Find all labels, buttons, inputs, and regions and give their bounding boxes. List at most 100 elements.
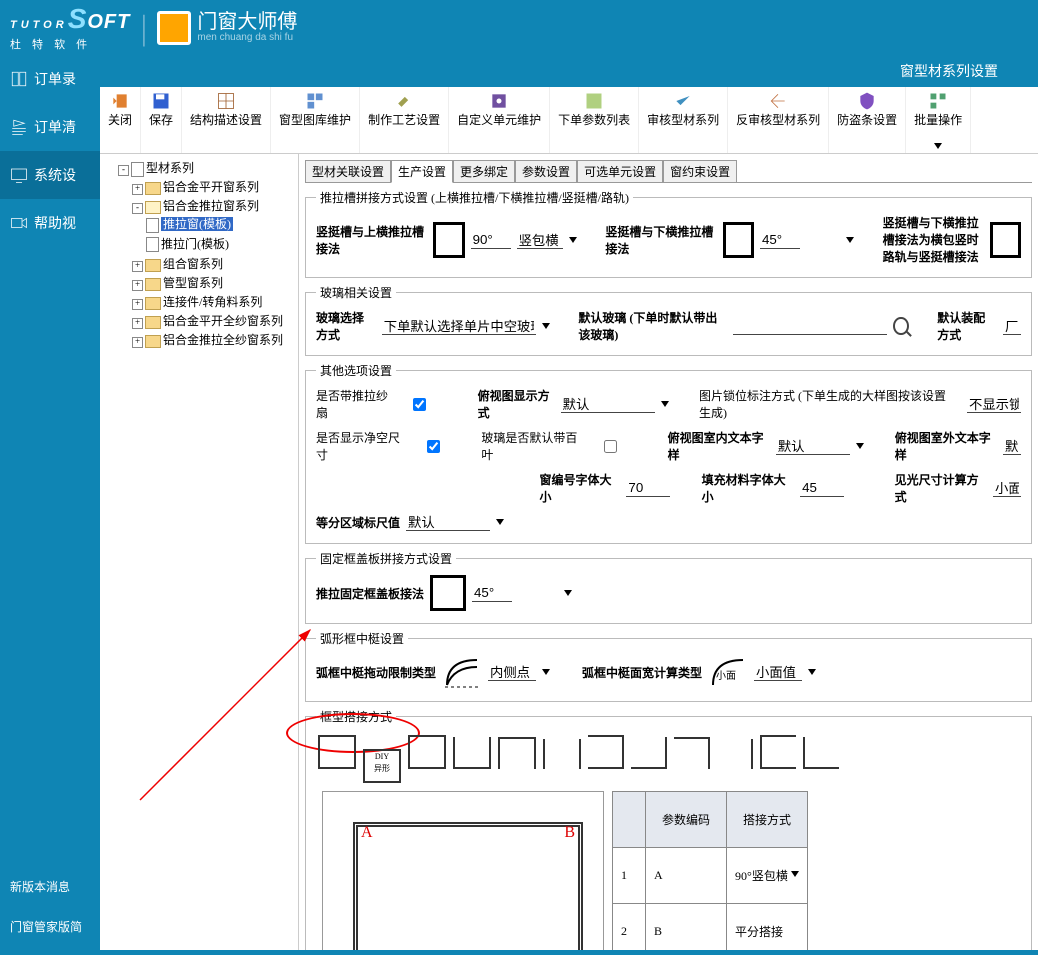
version-notice[interactable]: 新版本消息 [0, 868, 80, 905]
dropdown-icon[interactable] [808, 669, 816, 675]
nav-order-entry[interactable]: 订单录 [0, 55, 100, 103]
label: 弧框中梃面宽计算类型 [582, 664, 702, 681]
unaudit-series-button[interactable]: 反审核型材系列 [728, 87, 829, 153]
assembly-method[interactable] [1003, 317, 1021, 335]
expand-icon[interactable]: + [132, 318, 143, 329]
group-slide-slot: 推拉槽拼接方式设置 (上横推拉槽/下横推拉槽/竖挺槽/路轨) 竖挺槽与上横推拉槽… [305, 189, 1032, 278]
cover-angle[interactable] [472, 584, 512, 602]
expand-icon[interactable]: + [132, 337, 143, 348]
dropdown-icon[interactable] [846, 237, 854, 243]
label: 见光尺寸计算方式 [895, 471, 987, 505]
outdoor-text[interactable] [1003, 437, 1021, 455]
frame-type-icon[interactable] [717, 739, 753, 769]
label: 默认装配方式 [937, 309, 997, 343]
frame-type-icon[interactable]: DIY异形 [363, 749, 401, 783]
label: 玻璃是否默认带百叶 [481, 429, 583, 463]
frame-type-icon[interactable] [631, 737, 667, 769]
lock-anno[interactable] [967, 395, 1021, 413]
tree-item[interactable]: 铝合金推拉窗系列 [163, 199, 259, 213]
label: 等分区域标尺值 [316, 514, 400, 531]
expand-icon[interactable]: + [132, 184, 143, 195]
tree-root[interactable]: 型材系列 [146, 161, 194, 175]
tab-more-bind[interactable]: 更多绑定 [453, 160, 515, 182]
order-params-button[interactable]: 下单参数列表 [550, 87, 639, 153]
dropdown-icon[interactable] [569, 237, 577, 243]
logo-s: S [68, 3, 88, 34]
joint-icon[interactable] [433, 222, 464, 258]
tab-material-assoc[interactable]: 型材关联设置 [305, 160, 391, 182]
cb-with-screen[interactable] [413, 398, 426, 411]
indoor-text[interactable] [776, 437, 850, 455]
tree-item[interactable]: 连接件/转角料系列 [163, 295, 262, 309]
joint-table[interactable]: 参数编码搭接方式 1A90°竖包横 2B平分搭接 3C平分搭接 4D平分搭接 [612, 791, 808, 950]
frame-type-icon[interactable] [543, 739, 581, 769]
custom-unit-button[interactable]: 自定义单元维护 [449, 87, 550, 153]
expand-icon[interactable]: - [118, 165, 129, 176]
default-glass[interactable] [733, 317, 887, 335]
topview-display[interactable] [561, 395, 655, 413]
nav-order-list[interactable]: 订单清 [0, 103, 100, 151]
save-button[interactable]: 保存 [141, 87, 182, 153]
tree-item-selected[interactable]: 推拉窗(模板) [161, 217, 233, 231]
window-lib-button[interactable]: 窗型图库维护 [271, 87, 360, 153]
angle-input[interactable] [471, 231, 511, 249]
equal-ruler[interactable] [406, 513, 490, 531]
dropdown-icon[interactable] [496, 519, 504, 525]
dropdown-icon[interactable] [542, 323, 550, 329]
nav-system-settings[interactable]: 系统设 [0, 151, 100, 199]
angle-input[interactable] [760, 231, 800, 249]
fill-font[interactable] [800, 479, 844, 497]
logo-text: TUTOR [10, 19, 68, 31]
tree-item[interactable]: 管型窗系列 [163, 276, 223, 290]
dropdown-icon[interactable] [791, 871, 799, 877]
nav-help-video[interactable]: 帮助视 [0, 199, 100, 247]
dropdown-icon[interactable] [564, 590, 572, 596]
tree-item[interactable]: 铝合金平开全纱窗系列 [163, 314, 283, 328]
glass-select[interactable] [382, 317, 536, 335]
version-brief[interactable]: 门窗管家版简 [0, 908, 92, 945]
dropdown-icon[interactable] [661, 401, 669, 407]
series-tree[interactable]: - 型材系列 + 铝合金平开窗系列 - 铝合金推拉窗系列 推拉窗(模板) 推拉门(模板… [100, 154, 299, 950]
expand-icon[interactable]: + [132, 280, 143, 291]
tab-production-settings[interactable]: 生产设置 [391, 160, 453, 183]
dropdown-icon[interactable] [542, 669, 550, 675]
expand-icon[interactable]: - [132, 203, 143, 214]
craft-settings-button[interactable]: 制作工艺设置 [360, 87, 449, 153]
joint-icon[interactable] [723, 222, 754, 258]
cb-blind[interactable] [604, 440, 617, 453]
frame-type-icon[interactable] [588, 735, 624, 769]
frame-type-icon[interactable] [760, 735, 796, 769]
arc-width[interactable] [754, 663, 802, 681]
frame-type-icon[interactable] [498, 737, 536, 769]
corner-label: B [564, 824, 575, 842]
joint-icon[interactable] [990, 222, 1021, 258]
audit-series-button[interactable]: 审核型材系列 [639, 87, 728, 153]
frame-type-icon[interactable] [453, 737, 491, 769]
close-button[interactable]: 关闭 [100, 87, 141, 153]
cb-show-clear[interactable] [427, 440, 440, 453]
search-icon[interactable] [893, 317, 909, 335]
tree-item[interactable]: 组合窗系列 [163, 257, 223, 271]
visible-size[interactable] [993, 479, 1021, 497]
tree-item[interactable]: 推拉门(模板) [161, 237, 229, 251]
label: 弧框中梃拖动限制类型 [316, 664, 436, 681]
frame-type-icon[interactable] [318, 735, 356, 769]
frame-type-icon[interactable] [674, 737, 710, 769]
expand-icon[interactable]: + [132, 261, 143, 272]
arc-limit[interactable] [488, 663, 536, 681]
tab-window-constraint[interactable]: 窗约束设置 [663, 160, 737, 182]
winid-font[interactable] [626, 479, 670, 497]
dropdown-icon[interactable] [856, 443, 864, 449]
struct-desc-button[interactable]: 结构描述设置 [182, 87, 271, 153]
tree-item[interactable]: 铝合金推拉全纱窗系列 [163, 333, 283, 347]
frame-type-icon[interactable] [408, 735, 446, 769]
joint-icon[interactable] [430, 575, 466, 611]
batch-ops-button[interactable]: 批量操作 [906, 87, 971, 153]
tab-optional-unit[interactable]: 可选单元设置 [577, 160, 663, 182]
expand-icon[interactable]: + [132, 299, 143, 310]
wrap-input[interactable] [517, 231, 563, 249]
tab-param-settings[interactable]: 参数设置 [515, 160, 577, 182]
frame-type-icon[interactable] [803, 737, 839, 769]
tree-item[interactable]: 铝合金平开窗系列 [163, 180, 259, 194]
antitheft-button[interactable]: 防盗条设置 [829, 87, 906, 153]
